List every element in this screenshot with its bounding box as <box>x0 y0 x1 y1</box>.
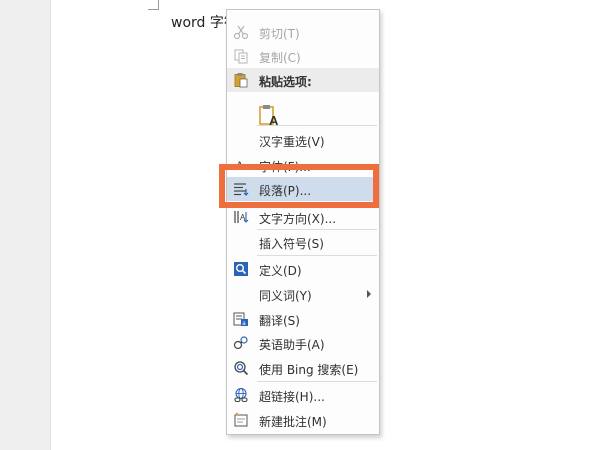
menu-item-define[interactable]: 定义(D) <box>227 257 379 281</box>
menu-item-label: 英语助手(A) <box>259 338 325 352</box>
search-icon <box>234 361 249 376</box>
menu-item-insert-symbol[interactable]: 插入符号(S) <box>227 230 379 254</box>
clipboard-icon <box>234 73 248 88</box>
menu-item-cut[interactable]: 剪切(T) <box>227 20 379 44</box>
menu-item-synonyms[interactable]: 同义词(Y) <box>227 282 379 306</box>
define-icon <box>234 262 248 276</box>
paste-keep-text-icon[interactable]: A <box>259 104 281 126</box>
text-direction-icon: A <box>234 211 249 223</box>
menu-item-label: 复制(C) <box>259 51 301 65</box>
menu-item-english-assistant[interactable]: 英语助手(A) <box>227 331 379 355</box>
translate-icon: a <box>233 312 248 327</box>
left-margin-area <box>0 0 50 450</box>
menu-item-label: 翻译(S) <box>259 314 300 328</box>
scissors-icon <box>233 25 249 40</box>
menu-item-hyperlink[interactable]: 超链接(H)... <box>227 383 379 407</box>
menu-item-label: 定义(D) <box>259 264 302 278</box>
menu-item-label: 新建批注(M) <box>259 415 327 429</box>
menu-item-label: 超链接(H)... <box>259 390 325 404</box>
page-corner-mark-vertical <box>158 0 159 10</box>
menu-item-label: 文字方向(X)... <box>259 212 337 226</box>
hyperlink-icon <box>234 387 248 403</box>
menu-separator <box>257 381 377 382</box>
submenu-arrow-icon <box>367 290 371 298</box>
menu-item-new-comment[interactable]: 新建批注(M) <box>227 408 379 432</box>
menu-item-text-direction[interactable]: A 文字方向(X)... <box>227 205 379 229</box>
menu-item-label: 粘贴选项: <box>259 75 312 89</box>
menu-item-label: 使用 Bing 搜索(E) <box>259 363 359 377</box>
menu-item-label: 插入符号(S) <box>259 237 324 251</box>
menu-item-reconversion[interactable]: 汉字重选(V) <box>227 128 379 152</box>
english-assistant-icon <box>233 336 248 350</box>
menu-separator <box>257 125 377 126</box>
context-menu: 剪切(T) 复制(C) 粘贴选项: A 汉字重选(V) A 字体(F)... 段… <box>226 9 380 435</box>
menu-item-bing-search[interactable]: 使用 Bing 搜索(E) <box>227 356 379 380</box>
menu-item-label: 剪切(T) <box>259 27 300 41</box>
menu-item-label: 汉字重选(V) <box>259 135 325 149</box>
copy-icon <box>234 49 248 64</box>
menu-item-translate[interactable]: a 翻译(S) <box>227 307 379 331</box>
menu-separator <box>257 255 377 256</box>
paste-options-header: 粘贴选项: <box>227 68 379 92</box>
menu-item-label: 同义词(Y) <box>259 289 312 303</box>
new-comment-icon <box>234 412 248 427</box>
menu-item-copy[interactable]: 复制(C) <box>227 44 379 68</box>
highlight-annotation-box <box>219 164 379 208</box>
